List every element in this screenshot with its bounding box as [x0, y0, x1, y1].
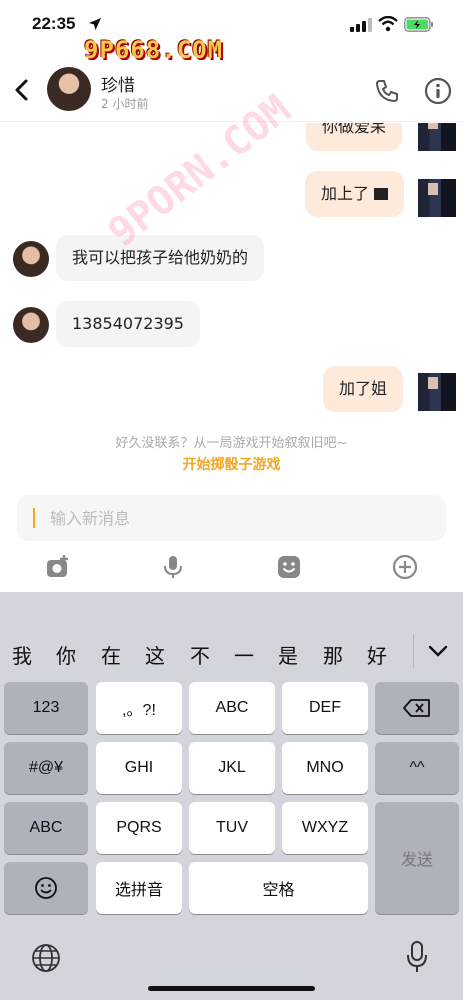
- key-jkl[interactable]: JKL: [189, 742, 275, 794]
- status-bar: 22:35 9P668.COM: [0, 0, 463, 64]
- home-indicator[interactable]: [148, 986, 315, 991]
- message-bubble-outgoing[interactable]: 你做爱呆: [306, 123, 403, 151]
- info-icon[interactable]: [424, 77, 452, 105]
- phone-icon[interactable]: [374, 78, 400, 104]
- key-wxyz[interactable]: WXYZ: [282, 802, 368, 854]
- candidate-word[interactable]: 在: [101, 640, 121, 669]
- key-label: TUV: [216, 819, 248, 836]
- candidate-word[interactable]: 我: [12, 640, 32, 669]
- message-text: 加了姐: [339, 379, 388, 398]
- message-input[interactable]: [17, 495, 446, 541]
- key-label: ,。?!: [122, 702, 156, 719]
- message-bubble-incoming[interactable]: 13854072395: [56, 301, 200, 347]
- key-pqrs[interactable]: PQRS: [96, 802, 182, 854]
- key-mno[interactable]: MNO: [282, 742, 368, 794]
- key-label: MNO: [306, 759, 344, 776]
- system-keyboard: 我 你 在 这 不 一 是 那 好 123 ,。?! ABC DEF #@¥ G…: [0, 592, 463, 1000]
- message-bubble-outgoing[interactable]: 加了姐: [323, 366, 404, 412]
- dictation-mic-icon[interactable]: [406, 940, 428, 974]
- key-ghi[interactable]: GHI: [96, 742, 182, 794]
- emoji-icon: [35, 877, 57, 899]
- message-bubble-outgoing[interactable]: 加上了: [305, 171, 405, 217]
- candidate-word[interactable]: 一: [234, 640, 254, 669]
- my-avatar[interactable]: [418, 123, 456, 151]
- candidate-divider: [413, 634, 414, 668]
- contact-avatar-small[interactable]: [13, 307, 49, 343]
- candidate-word[interactable]: 好: [367, 640, 387, 669]
- key-emoticon[interactable]: ^^: [375, 742, 459, 794]
- key-def[interactable]: DEF: [282, 682, 368, 734]
- candidate-bar: 我 你 在 这 不 一 是 那 好: [0, 630, 463, 670]
- backspace-icon: [403, 699, 430, 717]
- last-seen: 2 小时前: [101, 97, 149, 111]
- key-label: GHI: [124, 759, 154, 776]
- wifi-icon: [378, 16, 398, 32]
- message-text: 我可以把孩子给他奶奶的: [72, 248, 249, 267]
- chat-screen: 22:35 9P668.COM 珍惜 2 小时前 你做爱呆 加上了 我可以把孩子…: [0, 0, 463, 1000]
- microphone-icon[interactable]: [160, 554, 186, 580]
- my-avatar[interactable]: [418, 373, 456, 411]
- key-label: PQRS: [116, 819, 162, 836]
- composer-toolbar: [0, 545, 463, 591]
- key-label: ^^: [409, 759, 425, 776]
- plus-circle-icon[interactable]: [392, 554, 418, 580]
- key-label: JKL: [218, 759, 246, 776]
- key-punctuation[interactable]: ,。?!: [96, 682, 182, 734]
- key-select-pinyin[interactable]: 选拼音: [96, 862, 182, 914]
- key-label: 发送: [400, 850, 433, 869]
- contact-avatar[interactable]: [47, 67, 91, 111]
- cellular-signal-icon: [350, 18, 372, 32]
- emoji-icon[interactable]: [276, 554, 302, 580]
- delete-key[interactable]: [375, 682, 459, 734]
- my-avatar[interactable]: [418, 179, 456, 217]
- key-label: 空格: [262, 880, 295, 899]
- space-key[interactable]: 空格: [189, 862, 368, 914]
- key-symbols[interactable]: #@¥: [4, 742, 88, 794]
- candidate-word[interactable]: 你: [56, 640, 76, 669]
- contact-name: 珍惜: [101, 76, 135, 96]
- message-bubble-incoming[interactable]: 我可以把孩子给他奶奶的: [56, 235, 265, 281]
- key-abc-mode[interactable]: ABC: [4, 802, 88, 854]
- candidate-word[interactable]: 不: [190, 640, 210, 669]
- redacted-mark: [374, 188, 389, 200]
- key-label: DEF: [309, 699, 341, 716]
- contact-avatar-small[interactable]: [13, 241, 49, 277]
- key-label: 123: [32, 699, 60, 716]
- key-abc[interactable]: ABC: [189, 682, 275, 734]
- send-key[interactable]: 发送: [375, 802, 459, 914]
- key-123[interactable]: 123: [4, 682, 88, 734]
- status-time: 22:35: [32, 14, 76, 33]
- location-arrow-icon: [89, 18, 101, 30]
- camera-plus-icon[interactable]: [45, 554, 71, 580]
- key-label: 选拼音: [114, 880, 163, 899]
- candidate-word[interactable]: 那: [323, 640, 343, 669]
- battery-charging-icon: [404, 17, 433, 32]
- globe-icon[interactable]: [30, 942, 62, 974]
- back-chevron-icon[interactable]: [12, 78, 32, 102]
- key-label: WXYZ: [301, 819, 349, 836]
- game-hint-text: 好久没联系？从一局游戏开始叙叙旧吧~: [115, 436, 348, 451]
- chat-header: 珍惜 2 小时前: [0, 60, 463, 122]
- candidate-word[interactable]: 是: [278, 640, 298, 669]
- key-label: ABC: [29, 819, 63, 836]
- message-text: 你做爱呆: [322, 123, 387, 136]
- key-tuv[interactable]: TUV: [189, 802, 275, 854]
- start-dice-game-link[interactable]: 开始掷骰子游戏: [0, 454, 463, 474]
- emoji-key[interactable]: [4, 862, 88, 914]
- key-label: #@¥: [28, 759, 64, 776]
- message-input-box[interactable]: [17, 495, 446, 541]
- candidate-word[interactable]: 这: [145, 640, 165, 669]
- chevron-down-icon[interactable]: [428, 644, 448, 658]
- message-text: 13854072395: [72, 314, 184, 333]
- message-text: 加上了: [321, 184, 370, 203]
- key-label: ABC: [215, 699, 249, 716]
